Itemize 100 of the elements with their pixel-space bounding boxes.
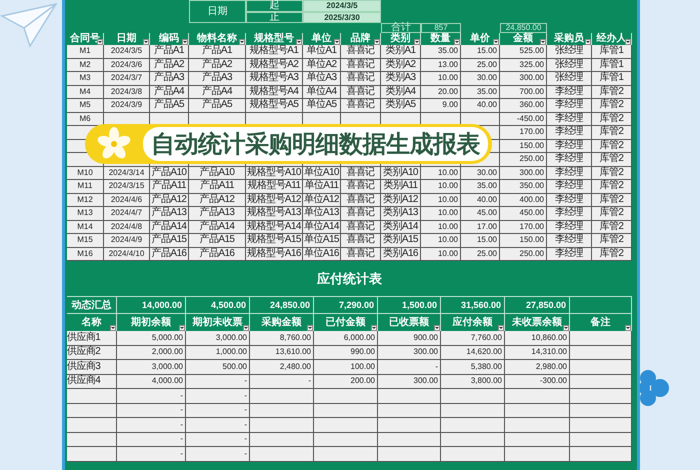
- filter-icon[interactable]: [625, 325, 631, 331]
- table-cell: 10.00: [421, 194, 461, 207]
- table-cell: 李经理: [547, 248, 592, 261]
- table-cell: [250, 418, 314, 432]
- filter-icon[interactable]: [585, 39, 591, 45]
- filter-icon[interactable]: [374, 39, 380, 45]
- table-cell: 喜喜记: [341, 45, 381, 58]
- table-cell: [67, 432, 117, 447]
- table-cell: 单位A1: [303, 45, 341, 58]
- table-cell: 150.00: [500, 234, 547, 248]
- filter-icon[interactable]: [625, 39, 631, 45]
- table-cell: 3,000.00: [117, 360, 186, 374]
- table-cell: 李经理: [547, 153, 592, 166]
- summary-value: 7,290.00: [314, 296, 378, 314]
- table-cell: 400.00: [500, 194, 547, 207]
- table-cell: 40.00: [461, 99, 500, 112]
- table-cell: 喜喜记: [341, 234, 381, 248]
- filter-icon[interactable]: [434, 325, 440, 331]
- filter-icon[interactable]: [563, 325, 569, 331]
- summary-value: 14,000.00: [117, 296, 186, 314]
- table-cell: [505, 432, 570, 447]
- table-cell: 张经理: [547, 58, 592, 72]
- filter-icon[interactable]: [493, 39, 499, 45]
- table-cell: -: [186, 374, 250, 389]
- table-cell: [378, 418, 441, 432]
- table-cell: 500.00: [186, 360, 250, 374]
- table-cell: 供应商4: [67, 374, 117, 389]
- table-cell: 10.00: [421, 207, 461, 220]
- table-cell: [250, 389, 314, 404]
- table-cell: 产品A13: [189, 207, 246, 220]
- filter-icon[interactable]: [110, 325, 116, 331]
- table-cell: 2,980.00: [505, 360, 570, 374]
- table-cell: 类别A12: [381, 194, 421, 207]
- table-cell: 库管2: [592, 248, 632, 261]
- filter-icon[interactable]: [307, 325, 313, 331]
- table-cell: [505, 447, 570, 462]
- filter-icon[interactable]: [454, 39, 460, 45]
- filter-icon[interactable]: [498, 325, 504, 331]
- table-cell: M4: [67, 86, 104, 99]
- table-cell: 库管1: [592, 72, 632, 86]
- table-cell: M6: [67, 112, 104, 126]
- table-cell: -: [378, 360, 441, 374]
- table-cell: 300.00: [378, 374, 441, 389]
- filter-icon[interactable]: [243, 325, 249, 331]
- table-cell: 规格型号A4: [246, 86, 303, 99]
- table-cell: 900.00: [378, 331, 441, 346]
- table-cell: 李经理: [547, 126, 592, 140]
- table-cell: 单位A11: [303, 180, 341, 194]
- table-cell: [570, 404, 632, 418]
- table-cell: 张经理: [547, 72, 592, 86]
- table-cell: 2024/3/15: [104, 180, 150, 194]
- filter-icon[interactable]: [334, 39, 340, 45]
- table-cell: 10.00: [421, 220, 461, 234]
- table-cell: 库管2: [592, 220, 632, 234]
- filter-icon[interactable]: [540, 39, 546, 45]
- table-cell: 规格型号A11: [246, 180, 303, 194]
- filter-icon[interactable]: [239, 39, 245, 45]
- table-cell: 产品A11: [150, 180, 189, 194]
- table-cell: 产品A2: [150, 58, 189, 72]
- table-cell: 5,000.00: [117, 331, 186, 346]
- table-cell: [505, 418, 570, 432]
- table-cell: 2024/3/9: [104, 99, 150, 112]
- table-cell: 10,860.00: [505, 331, 570, 346]
- table-cell: 产品A14: [189, 220, 246, 234]
- table-cell: 3,800.00: [441, 374, 505, 389]
- filter-icon[interactable]: [296, 39, 302, 45]
- table-cell: 类别A16: [381, 248, 421, 261]
- table-cell: 产品A3: [150, 72, 189, 86]
- table-cell: 喜喜记: [341, 248, 381, 261]
- table-cell: [505, 389, 570, 404]
- table-cell: 25.00: [461, 58, 500, 72]
- table-cell: 库管2: [592, 99, 632, 112]
- table-cell: 8,760.00: [250, 331, 314, 346]
- table-cell: 库管2: [592, 194, 632, 207]
- table-cell: 类别A15: [381, 234, 421, 248]
- filter-icon[interactable]: [414, 39, 420, 45]
- summary-value: 1,500.00: [378, 296, 441, 314]
- filter-icon[interactable]: [143, 39, 149, 45]
- table-cell: [570, 432, 632, 447]
- table-cell: 15.00: [461, 45, 500, 58]
- table-cell: 库管2: [592, 180, 632, 194]
- table-cell: 17.00: [461, 220, 500, 234]
- table-cell: 喜喜记: [341, 86, 381, 99]
- table-cell: 20.00: [421, 86, 461, 99]
- filter-icon[interactable]: [371, 325, 377, 331]
- table-cell: [570, 447, 632, 462]
- table-cell: 2024/3/6: [104, 58, 150, 72]
- table-cell: 产品A15: [189, 234, 246, 248]
- table-cell: 规格型号A12: [246, 194, 303, 207]
- table-cell: 300.00: [500, 72, 547, 86]
- table-cell: 单位A14: [303, 220, 341, 234]
- table-cell: [505, 404, 570, 418]
- filter-icon[interactable]: [179, 325, 185, 331]
- table-cell: 产品A15: [150, 234, 189, 248]
- table-cell: 2024/4/8: [104, 220, 150, 234]
- table-cell: 产品A1: [150, 45, 189, 58]
- filter-icon[interactable]: [182, 39, 188, 45]
- total-amount: 24,850.00: [500, 23, 547, 33]
- table-cell: [378, 447, 441, 462]
- table-cell: 2,000.00: [117, 346, 186, 360]
